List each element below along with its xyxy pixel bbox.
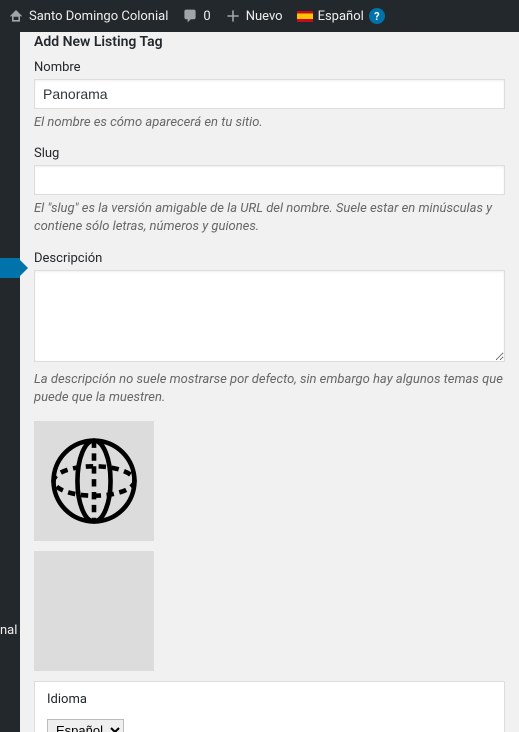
sidebar-item-partial[interactable]: nal xyxy=(0,623,17,638)
plus-icon xyxy=(225,8,241,24)
tag-image-preview[interactable] xyxy=(34,421,154,541)
description-label: Descripción xyxy=(34,251,505,266)
tag-image-placeholder[interactable] xyxy=(34,551,154,671)
page-title: Add New Listing Tag xyxy=(34,32,505,50)
name-input[interactable] xyxy=(34,79,505,109)
globe-icon xyxy=(48,435,140,527)
name-label: Nombre xyxy=(34,60,505,75)
main-content: Add New Listing Tag Nombre El nombre es … xyxy=(20,32,519,732)
language-select[interactable]: Español xyxy=(47,719,124,732)
spain-flag-icon xyxy=(297,11,313,22)
slug-label: Slug xyxy=(34,146,505,161)
admin-sidebar: nal xyxy=(0,32,20,732)
name-field-group: Nombre El nombre es cómo aparecerá en tu… xyxy=(34,60,505,132)
adminbar-language[interactable]: Español ? xyxy=(297,8,385,24)
language-label: Idioma xyxy=(47,692,492,707)
adminbar-new-label: Nuevo xyxy=(246,9,283,24)
comment-icon xyxy=(182,8,198,24)
adminbar-site-name: Santo Domingo Colonial xyxy=(29,9,168,24)
sidebar-current-indicator xyxy=(0,258,20,278)
description-help: La descripción no suele mostrarse por de… xyxy=(34,371,505,407)
adminbar-new[interactable]: Nuevo xyxy=(225,8,283,24)
admin-bar: Santo Domingo Colonial 0 Nuevo Español ? xyxy=(0,0,519,32)
slug-field-group: Slug El "slug" es la versión amigable de… xyxy=(34,146,505,236)
description-field-group: Descripción La descripción no suele most… xyxy=(34,251,505,407)
adminbar-language-label: Español xyxy=(318,9,364,24)
language-box: Idioma Español xyxy=(34,681,505,732)
adminbar-comments[interactable]: 0 xyxy=(182,8,210,24)
adminbar-comments-count: 0 xyxy=(203,9,210,24)
adminbar-site-link[interactable]: Santo Domingo Colonial xyxy=(8,8,168,24)
description-textarea[interactable] xyxy=(34,270,505,362)
slug-input[interactable] xyxy=(34,165,505,195)
home-icon xyxy=(8,8,24,24)
slug-description: El "slug" es la versión amigable de la U… xyxy=(34,200,505,236)
help-icon[interactable]: ? xyxy=(369,8,385,24)
name-description: El nombre es cómo aparecerá en tu sitio. xyxy=(34,114,505,132)
